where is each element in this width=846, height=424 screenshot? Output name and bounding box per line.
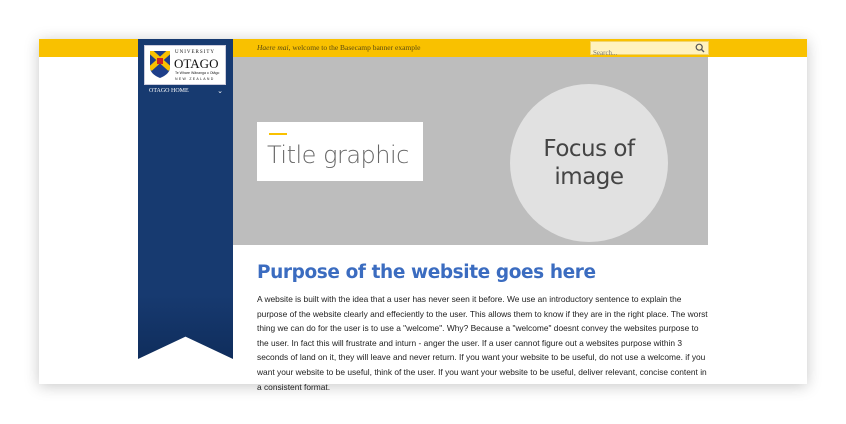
search-icon[interactable] [695, 43, 705, 53]
welcome-greeting: Haere mai [257, 43, 289, 52]
page-heading: Purpose of the website goes here [257, 262, 596, 283]
logo-university: UNIVERSITY [175, 50, 215, 55]
logo-country: NEW ZEALAND [175, 77, 215, 81]
accent-bar [269, 133, 287, 135]
logo-maori: Te Whare Wānanga o Otāgo [175, 71, 220, 75]
title-graphic-box: Title graphic [257, 122, 423, 181]
university-logo[interactable]: UNIVERSITY OTAGO Te Whare Wānanga o Otāg… [144, 45, 226, 85]
title-graphic: Title graphic [267, 141, 409, 169]
search-box [590, 41, 709, 59]
crest-icon [150, 51, 170, 78]
otago-home-menu[interactable]: OTAGO HOME ⌄ [149, 87, 223, 95]
sidebar-ribbon: UNIVERSITY OTAGO Te Whare Wānanga o Otāg… [138, 39, 233, 359]
hero-banner: Title graphic Focus of image [233, 57, 708, 245]
page-frame: Haere mai, welcome to the Basecamp banne… [39, 39, 807, 392]
logo-name: OTAGO [174, 56, 219, 71]
focus-text: Focus of image [543, 136, 635, 190]
welcome-text: , welcome to the Basecamp banner example [288, 43, 421, 52]
home-label: OTAGO HOME [149, 88, 189, 94]
focus-circle: Focus of image [510, 84, 668, 242]
chevron-down-icon: ⌄ [217, 87, 223, 95]
welcome-message: Haere mai, welcome to the Basecamp banne… [257, 43, 420, 52]
intro-paragraph: A website is built with the idea that a … [257, 294, 708, 392]
